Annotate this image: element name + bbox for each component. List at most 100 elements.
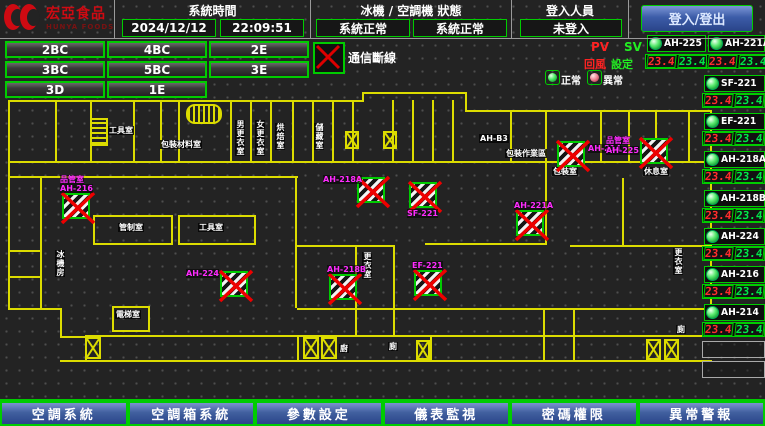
room-label-管制室: 管制室 xyxy=(118,223,144,232)
equipment-label-ah-224: AH-224 xyxy=(186,269,219,278)
wall-segment xyxy=(8,161,712,163)
room-label-包裝材料室: 包裝材料室 xyxy=(160,140,202,149)
bottom-nav: 空調系統空調箱系統參數設定儀表監視密碼權限異常警報 xyxy=(0,399,765,426)
equipment-icon-sf-221[interactable] xyxy=(409,182,437,208)
room-label-電梯室: 電梯室 xyxy=(115,310,141,319)
floor-button-4bc[interactable]: 4BC xyxy=(107,41,207,58)
floor-button-2e[interactable]: 2E xyxy=(209,41,309,58)
wall-segment xyxy=(160,100,162,161)
stairs-x-icon xyxy=(345,131,359,149)
room-label-ah-b3: AH-B3 xyxy=(479,134,509,143)
wall-segment xyxy=(8,100,364,102)
wall-segment xyxy=(393,245,395,337)
header-divider xyxy=(628,0,629,38)
equipment-icon-ah-214[interactable] xyxy=(557,141,585,167)
status-led-icon xyxy=(706,77,719,90)
brand-subtitle: HUNYA FOODS xyxy=(46,23,114,31)
room-label-男更衣室: 男更衣室 xyxy=(235,120,245,156)
equipment-label-ah-218b: AH-218B xyxy=(327,265,366,274)
floor-button-3d[interactable]: 3D xyxy=(5,81,105,98)
wall-segment xyxy=(60,360,712,362)
unit-ah-216[interactable]: AH-216 xyxy=(704,266,765,283)
nav-button-參數設定[interactable]: 參數設定 xyxy=(255,401,383,426)
login-user: 未登入 xyxy=(520,19,622,37)
equipment-label-ah-225: 品管室 xyxy=(606,136,630,145)
abnormal-lamp-icon xyxy=(587,70,602,85)
login-logout-button[interactable]: 登入/登出 xyxy=(641,5,753,32)
unit-name: AH-214 xyxy=(721,307,759,318)
unit-values-ah-216: 23.423.4 xyxy=(702,284,765,299)
wall-segment xyxy=(430,335,432,362)
stairs-x-icon xyxy=(383,131,397,149)
normal-label: 正常 xyxy=(561,72,581,87)
floor-button-3e[interactable]: 3E xyxy=(209,61,309,78)
status-led-icon xyxy=(706,230,719,243)
status-led-icon xyxy=(706,153,719,166)
header-divider xyxy=(310,0,311,38)
nav-button-異常警報[interactable]: 異常警報 xyxy=(638,401,765,426)
login-title: 登入人員 xyxy=(513,0,627,19)
pv-value: 23.4 xyxy=(703,323,733,336)
pv-value: 23.4 xyxy=(703,209,733,222)
sv-value: 23.4 xyxy=(734,94,764,107)
nav-button-空調箱系統[interactable]: 空調箱系統 xyxy=(128,401,256,426)
room-label-廚: 廚 xyxy=(339,344,349,353)
wall-segment xyxy=(452,100,454,161)
header-divider xyxy=(114,0,115,38)
floor-button-3bc[interactable]: 3BC xyxy=(5,61,105,78)
system-date: 2024/12/12 xyxy=(122,19,216,37)
unit-ah-218b[interactable]: AH-218B xyxy=(704,190,765,207)
equipment-icon-ah-224[interactable] xyxy=(220,271,248,297)
equipment-icon-ef-221[interactable] xyxy=(414,270,442,296)
wall-segment xyxy=(412,100,414,161)
wall-segment xyxy=(362,92,467,94)
unit-values-ah-214: 23.423.4 xyxy=(702,322,765,337)
header-divider xyxy=(511,0,512,38)
unit-ef-221[interactable]: EF-221 xyxy=(704,113,765,130)
wall-segment xyxy=(600,110,602,161)
room-label-女更衣室: 女更衣室 xyxy=(255,120,265,156)
wall-segment xyxy=(622,178,624,245)
nav-button-密碼權限[interactable]: 密碼權限 xyxy=(510,401,638,426)
unit-ah-214[interactable]: AH-214 xyxy=(704,304,765,321)
wall-segment xyxy=(292,100,294,161)
pv-header: PV xyxy=(591,40,609,54)
unit-ah-218a[interactable]: AH-218A xyxy=(704,151,765,168)
ahu-status: 系統正常 xyxy=(413,19,507,37)
unit-values-sf-221: 23.423.4 xyxy=(702,93,765,108)
equipment-icon-ah-218b[interactable] xyxy=(329,274,357,300)
wall-segment xyxy=(8,100,10,310)
unit-sf-221[interactable]: SF-221 xyxy=(704,75,765,92)
sv-value: 23.4 xyxy=(734,323,764,336)
unit-name: SF-221 xyxy=(721,78,757,89)
floor-button-1e[interactable]: 1E xyxy=(107,81,207,98)
unit-values-ef-221: 23.423.4 xyxy=(702,131,765,146)
equipment-label-sf-221: SF-221 xyxy=(407,209,438,218)
sv-value: 23.4 xyxy=(734,247,764,260)
floor-button-5bc[interactable]: 5BC xyxy=(107,61,207,78)
status-led-icon xyxy=(706,268,719,281)
nav-button-儀表監視[interactable]: 儀表監視 xyxy=(383,401,511,426)
room-label-冰機房: 冰機房 xyxy=(55,250,65,277)
empty-unit-slot xyxy=(702,361,765,378)
equipment-label-ah-218a: AH-218A xyxy=(323,175,362,184)
floor-button-2bc[interactable]: 2BC xyxy=(5,41,105,58)
status-led-icon xyxy=(706,115,719,128)
equipment-icon-ah-225[interactable] xyxy=(640,138,668,164)
unit-values-ah-221a: 23.423.4 xyxy=(706,54,765,69)
equipment-icon-ah-216[interactable] xyxy=(62,193,90,219)
chiller-status: 系統正常 xyxy=(316,19,410,37)
wall-segment xyxy=(432,100,434,161)
equipment-icon-ah-221a[interactable] xyxy=(516,210,544,236)
unit-values-ah-224: 23.423.4 xyxy=(702,246,765,261)
nav-button-空調系統[interactable]: 空調系統 xyxy=(0,401,128,426)
pv-value: 23.4 xyxy=(703,285,733,298)
sv-value: 23.4 xyxy=(734,132,764,145)
status-led-icon xyxy=(706,306,719,319)
wall-segment xyxy=(297,308,712,310)
abnormal-label: 異常 xyxy=(603,72,623,87)
elevator-icon xyxy=(186,104,222,124)
wall-segment xyxy=(8,176,298,178)
unit-ah-224[interactable]: AH-224 xyxy=(704,228,765,245)
room-label-工具室: 工具室 xyxy=(108,126,134,135)
